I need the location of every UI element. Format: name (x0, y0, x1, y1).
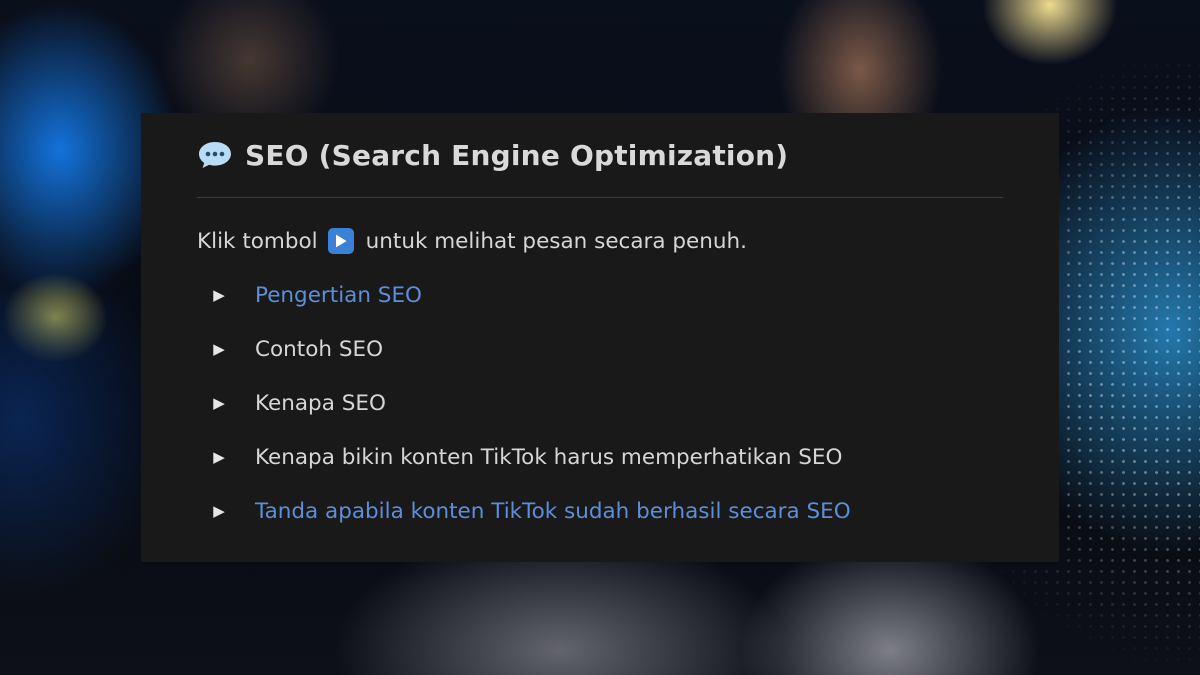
toggle-label[interactable]: Pengertian SEO (255, 283, 422, 308)
toggle-list: ▶ Pengertian SEO ▶ Contoh SEO ▶ Kenapa S… (197, 268, 1003, 538)
instruction-text-end: untuk melihat pesan secara penuh. (365, 228, 747, 254)
speech-bubble-icon (197, 140, 233, 170)
toggle-label[interactable]: Tanda apabila konten TikTok sudah berhas… (255, 499, 851, 524)
toggle-item-kenapa-tiktok-seo[interactable]: ▶ Kenapa bikin konten TikTok harus mempe… (197, 430, 1003, 484)
toggle-label[interactable]: Kenapa bikin konten TikTok harus memperh… (255, 445, 842, 470)
toggle-arrow-icon[interactable]: ▶ (207, 502, 231, 520)
page-title: SEO (Search Engine Optimization) (245, 138, 789, 172)
toggle-arrow-icon[interactable]: ▶ (207, 448, 231, 466)
toggle-arrow-icon[interactable]: ▶ (207, 286, 231, 304)
toggle-item-kenapa-seo[interactable]: ▶ Kenapa SEO (197, 376, 1003, 430)
toggle-item-tanda-berhasil-seo[interactable]: ▶ Tanda apabila konten TikTok sudah berh… (197, 484, 1003, 538)
toggle-arrow-icon[interactable]: ▶ (207, 394, 231, 412)
instruction-text-start: Klik tombol (197, 228, 318, 254)
play-button-icon (327, 228, 354, 254)
toggle-item-pengertian-seo[interactable]: ▶ Pengertian SEO (197, 268, 1003, 322)
callout-heading: SEO (Search Engine Optimization) (197, 113, 1003, 198)
toggle-item-contoh-seo[interactable]: ▶ Contoh SEO (197, 322, 1003, 376)
seo-callout-panel: SEO (Search Engine Optimization) Klik to… (141, 113, 1059, 562)
toggle-label[interactable]: Kenapa SEO (255, 391, 386, 416)
toggle-label[interactable]: Contoh SEO (255, 337, 383, 362)
instruction-text: Klik tombol untuk melihat pesan secara p… (197, 228, 1003, 254)
toggle-arrow-icon[interactable]: ▶ (207, 340, 231, 358)
